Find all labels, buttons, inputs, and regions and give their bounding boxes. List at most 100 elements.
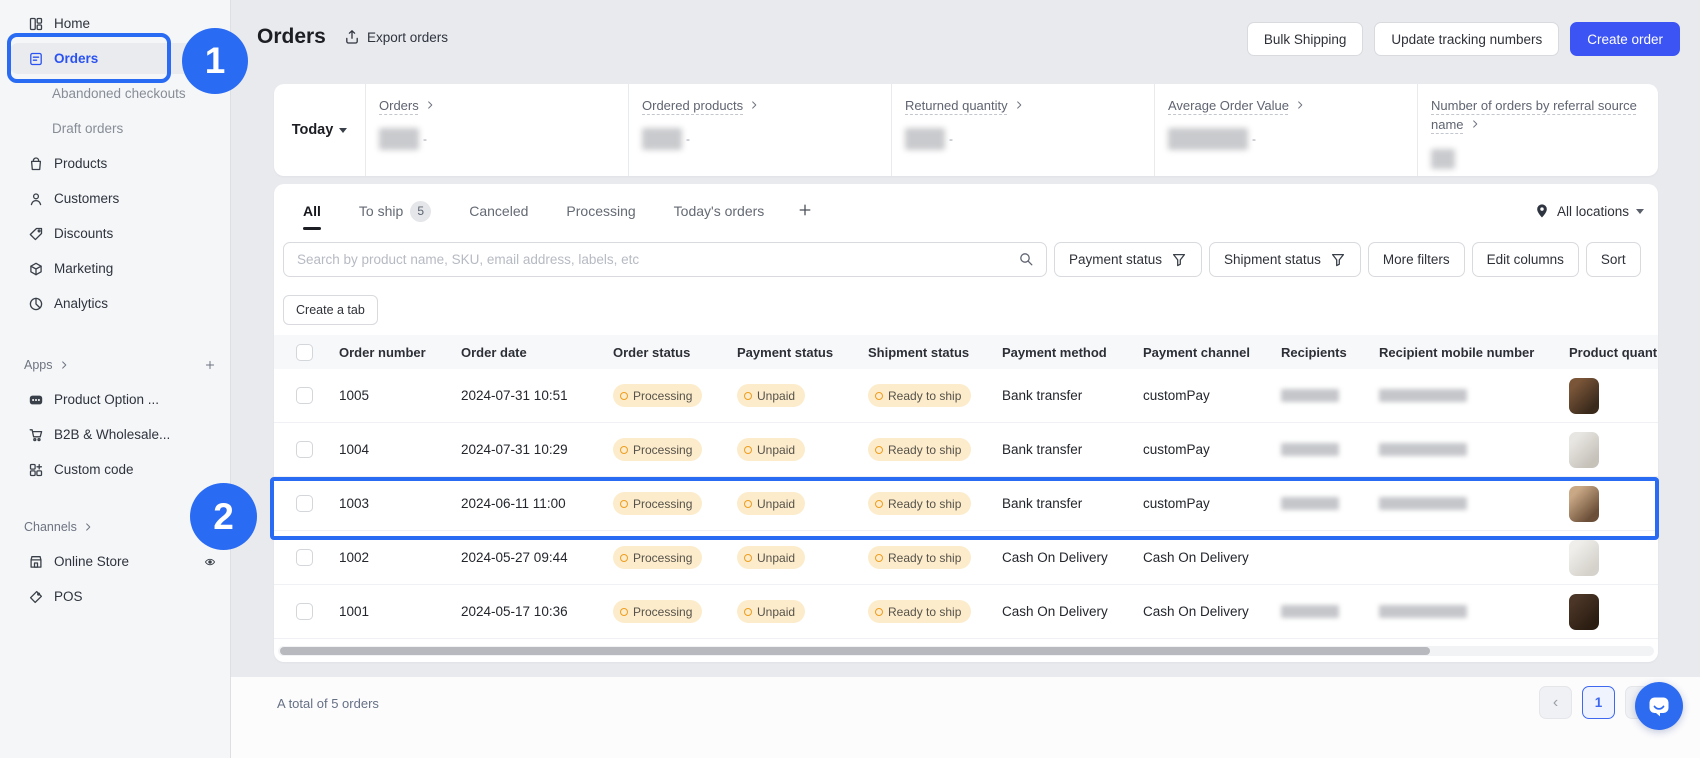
search-box [283,242,1047,277]
sidebar-item-custom-code[interactable]: Custom code [0,452,230,487]
location-filter[interactable]: All locations [1534,203,1644,219]
search-input[interactable] [283,242,1047,277]
sidebar-item-product-option[interactable]: Product Option ... [0,382,230,417]
create-order-button[interactable]: Create order [1570,22,1680,56]
create-a-tab-button[interactable]: Create a tab [283,295,378,325]
shipment-status-button[interactable]: Shipment status [1209,242,1361,277]
sidebar-item-draft-orders[interactable]: Draft orders [0,111,230,146]
live-chat-launcher[interactable] [1635,682,1683,730]
filter-button-label: Shipment status [1224,252,1321,267]
list-footer: A total of 5 orders ‹ 1 › [231,676,1700,758]
row-checkbox-cell [296,603,339,620]
status-text: Unpaid [757,389,795,403]
status-dot-icon [744,500,752,508]
column-order-date: Order date [461,345,613,360]
order-row-1002[interactable]: 10022024-05-27 09:44ProcessingUnpaidRead… [274,531,1658,585]
pos-icon [28,589,44,605]
sidebar-section-apps[interactable]: Apps [0,347,230,382]
b2b-wholesale-app-icon [28,427,44,443]
eye-icon [204,556,216,568]
metric-number-of-orders-by-referral-source-name[interactable]: Number of orders by referral source name [1418,84,1658,176]
horizontal-scrollbar-thumb[interactable] [280,647,1430,655]
export-orders-button[interactable]: Export orders [344,29,448,45]
order-status-badge: Processing [613,600,702,623]
pagination-prev-button[interactable]: ‹ [1539,686,1572,719]
metric-label: Ordered products [642,98,743,113]
row-checkbox[interactable] [296,495,313,512]
tab-all[interactable]: All [284,190,340,232]
row-checkbox[interactable] [296,387,313,404]
recipients-cell [1281,443,1379,456]
more-filters-button[interactable]: More filters [1368,242,1465,277]
select-all-checkbox[interactable] [296,344,313,361]
sidebar-item-discounts[interactable]: Discounts [0,216,230,251]
status-text: Ready to ship [888,389,961,403]
redacted-value [1431,149,1455,169]
payment-channel-cell: Cash On Delivery [1143,550,1281,565]
sidebar-item-label: Analytics [54,296,108,311]
order-row-1001[interactable]: 10012024-05-17 10:36ProcessingUnpaidRead… [274,585,1658,639]
filter-button-label: Sort [1601,252,1626,267]
status-text: Processing [633,605,692,619]
value-dash: - [949,132,953,146]
metric-value-redacted: - [905,128,1140,150]
order-status-cell: Processing [613,600,737,623]
row-checkbox[interactable] [296,549,313,566]
sidebar-item-analytics[interactable]: Analytics [0,286,230,321]
status-text: Ready to ship [888,443,961,457]
tab-canceled[interactable]: Canceled [450,190,547,232]
order-number-cell: 1005 [339,388,461,403]
order-status-badge: Processing [613,492,702,515]
metric-label-wrap: Number of orders by referral source name [1431,96,1641,134]
metric-value-redacted: - [379,128,614,150]
order-row-1003[interactable]: 10032024-06-11 11:00ProcessingUnpaidRead… [274,477,1658,531]
messenger-chat-icon [1647,694,1671,718]
pagination-page-1[interactable]: 1 [1582,686,1615,719]
order-status-badge: Processing [613,384,702,407]
row-checkbox-cell [296,549,339,566]
metric-label-wrap: Orders [379,96,589,115]
metric-orders[interactable]: Orders - [366,84,629,176]
caret-down-icon [1636,209,1644,214]
sidebar-item-online-store[interactable]: Online Store [0,544,230,579]
metric-label: Returned quantity [905,98,1008,113]
redacted-value [642,128,682,150]
sort-button[interactable]: Sort [1586,242,1641,277]
bulk-shipping-button[interactable]: Bulk Shipping [1247,22,1364,56]
sidebar-item-pos[interactable]: POS [0,579,230,614]
metric-label: Orders [379,98,419,113]
update-tracking-numbers-button[interactable]: Update tracking numbers [1374,22,1559,56]
redacted-mobile-number [1379,443,1467,456]
channels-section-label: Channels [24,520,77,534]
add-tab-button[interactable] [783,202,827,221]
order-number-cell: 1003 [339,496,461,511]
sidebar-item-products[interactable]: Products [0,146,230,181]
metric-returned-quantity[interactable]: Returned quantity - [892,84,1155,176]
tab-to-ship[interactable]: To ship5 [340,190,450,232]
page-header: Orders Export orders Bulk Shipping Updat… [231,0,1700,78]
sidebar-item-marketing[interactable]: Marketing [0,251,230,286]
order-status-cell: Processing [613,546,737,569]
status-dot-icon [620,500,628,508]
sidebar-item-b2b-wholesale[interactable]: B2B & Wholesale... [0,417,230,452]
order-row-1004[interactable]: 10042024-07-31 10:29ProcessingUnpaidRead… [274,423,1658,477]
order-date-cell: 2024-06-11 11:00 [461,496,613,511]
sidebar-item-customers[interactable]: Customers [0,181,230,216]
product-quantity-cell [1569,432,1658,468]
stats-period-dropdown[interactable]: Today [274,84,366,176]
tab-today-s-orders[interactable]: Today's orders [655,190,784,232]
tab-label: To ship [359,203,403,219]
edit-columns-button[interactable]: Edit columns [1472,242,1579,277]
tab-processing[interactable]: Processing [547,190,654,232]
metric-average-order-value[interactable]: Average Order Value- [1155,84,1418,176]
product-thumbnail [1569,594,1599,630]
metric-ordered-products[interactable]: Ordered products- [629,84,892,176]
metric-label-wrap: Returned quantity [905,96,1115,115]
metric-label-wrap: Average Order Value [1168,96,1378,115]
payment-status-button[interactable]: Payment status [1054,242,1202,277]
column-recipients: Recipients [1281,345,1379,360]
order-row-1005[interactable]: 10052024-07-31 10:51ProcessingUnpaidRead… [274,369,1658,423]
row-checkbox[interactable] [296,603,313,620]
row-checkbox[interactable] [296,441,313,458]
sidebar-item-label: Orders [54,51,98,66]
